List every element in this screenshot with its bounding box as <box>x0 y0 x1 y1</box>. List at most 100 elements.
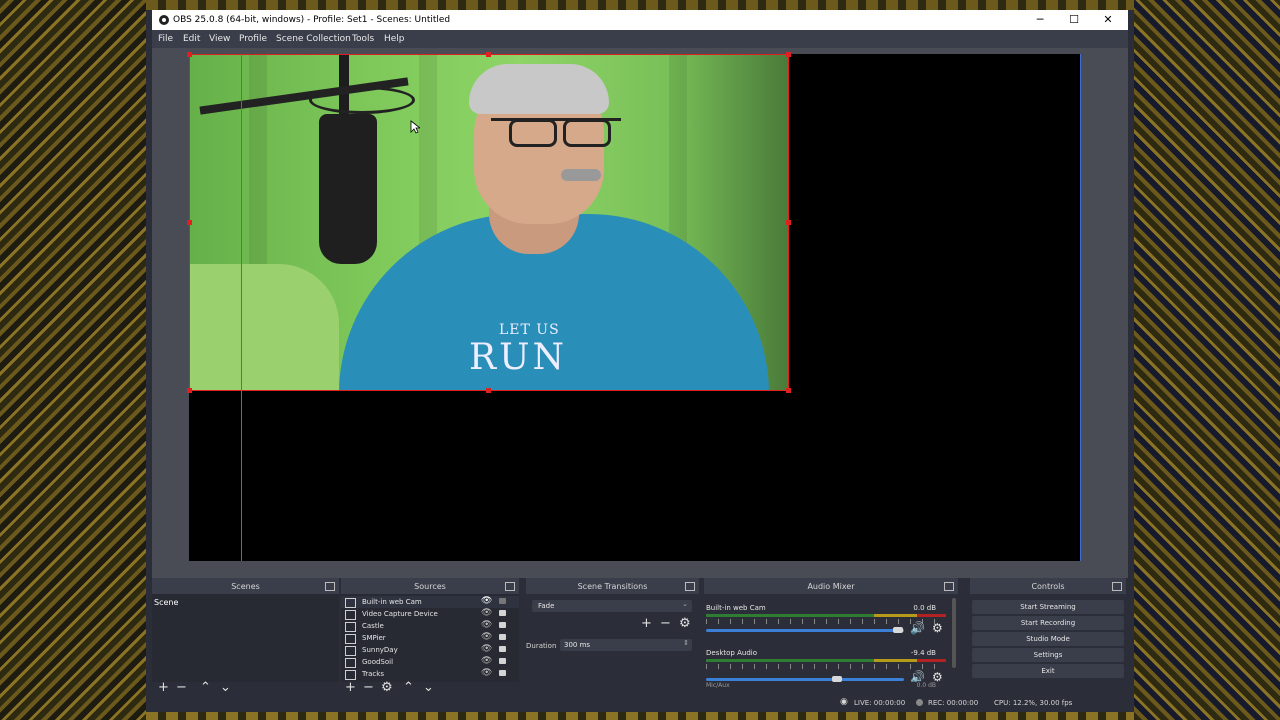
maximize-button[interactable]: ☐ <box>1058 10 1090 30</box>
source-row[interactable]: GoodSoil 👁 <box>341 656 519 668</box>
fader-handle[interactable] <box>893 627 904 633</box>
visibility-eye-icon[interactable]: 👁 <box>481 596 492 606</box>
channel-name: Desktop Audio <box>706 649 757 657</box>
lock-icon[interactable] <box>499 634 506 640</box>
source-row[interactable]: Video Capture Device 👁 <box>341 608 519 620</box>
hidden-eye-icon[interactable]: 👁 <box>481 632 492 642</box>
hidden-eye-icon[interactable]: 👁 <box>481 644 492 654</box>
resize-handle-bottom-right[interactable] <box>786 388 791 393</box>
menu-help[interactable]: Help <box>384 34 405 44</box>
menu-view[interactable]: View <box>209 34 230 44</box>
lock-icon[interactable] <box>499 646 506 652</box>
lock-icon[interactable] <box>499 622 506 628</box>
transition-settings-gear-icon[interactable]: ⚙ <box>679 617 691 630</box>
resize-handle-top-right[interactable] <box>786 52 791 57</box>
resize-handle-right[interactable] <box>786 220 791 225</box>
transition-selected: Fade <box>538 602 555 610</box>
unlock-icon[interactable] <box>499 598 506 604</box>
studio-mode-button[interactable]: Studio Mode <box>972 632 1124 646</box>
menu-scene-collection[interactable]: Scene Collection <box>276 34 351 44</box>
undock-icon[interactable] <box>1112 582 1122 591</box>
sources-list[interactable]: Built-in web Cam 👁 Video Capture Device … <box>341 594 519 682</box>
menu-tools[interactable]: Tools <box>352 34 374 44</box>
start-streaming-button[interactable]: Start Streaming <box>972 600 1124 614</box>
window-title: OBS 25.0.8 (64-bit, windows) - Profile: … <box>173 15 451 25</box>
mixer-scrollbar[interactable] <box>952 598 956 668</box>
snap-guide-left <box>241 54 242 561</box>
add-source-button[interactable]: + <box>345 681 356 694</box>
volume-meter <box>706 614 946 617</box>
undock-icon[interactable] <box>944 582 954 591</box>
menu-file[interactable]: File <box>158 34 173 44</box>
remove-scene-button[interactable]: − <box>176 681 187 694</box>
menu-profile[interactable]: Profile <box>239 34 267 44</box>
scenes-list[interactable]: Scene <box>152 594 339 682</box>
menu-edit[interactable]: Edit <box>183 34 200 44</box>
resize-handle-bottom-left[interactable] <box>187 388 192 393</box>
duration-input[interactable]: 300 ms ⇕ <box>560 639 692 651</box>
desktop-background-bottom <box>146 712 1134 720</box>
move-source-down-button[interactable]: ⌄ <box>423 681 434 694</box>
snap-guide-right <box>1080 54 1081 561</box>
minimize-button[interactable]: ─ <box>1024 10 1056 30</box>
source-label: Video Capture Device <box>362 610 438 618</box>
scene-item[interactable]: Scene <box>154 598 178 607</box>
undock-icon[interactable] <box>685 582 695 591</box>
duration-value: 300 ms <box>564 641 591 649</box>
move-scene-down-button[interactable]: ⌄ <box>220 681 231 694</box>
source-row[interactable]: Castle 👁 <box>341 620 519 632</box>
lock-icon[interactable] <box>499 658 506 664</box>
hidden-eye-icon[interactable]: 👁 <box>481 620 492 630</box>
source-properties-gear-icon[interactable]: ⚙ <box>381 681 393 694</box>
speaker-icon[interactable]: 🔊 <box>910 621 925 635</box>
start-recording-button[interactable]: Start Recording <box>972 616 1124 630</box>
channel-gear-icon[interactable]: ⚙ <box>932 621 943 635</box>
undock-icon[interactable] <box>325 582 335 591</box>
source-row[interactable]: SunnyDay 👁 <box>341 644 519 656</box>
hidden-eye-icon[interactable]: 👁 <box>481 656 492 666</box>
transitions-dock: Scene Transitions Fade ⌄ + − ⚙ Duration … <box>526 578 699 694</box>
channel-name: Mic/Aux <box>706 682 730 689</box>
resize-handle-top[interactable] <box>486 52 491 57</box>
channel-gear-icon[interactable]: ⚙ <box>932 670 943 682</box>
close-button[interactable]: ✕ <box>1092 10 1124 30</box>
move-source-up-button[interactable]: ⌃ <box>403 681 414 694</box>
lock-icon[interactable] <box>499 610 506 616</box>
resize-handle-left[interactable] <box>187 220 192 225</box>
spin-arrows-icon[interactable]: ⇕ <box>683 639 689 647</box>
scenes-toolbar: + − ⌃ ⌄ <box>152 681 339 694</box>
preview-canvas[interactable]: LET US RUN <box>187 52 1081 561</box>
lock-icon[interactable] <box>499 670 506 676</box>
transition-select[interactable]: Fade ⌄ <box>532 600 692 612</box>
resize-handle-bottom[interactable] <box>486 388 491 393</box>
source-row[interactable]: Tracks 👁 <box>341 668 519 680</box>
controls-body: Start Streaming Start Recording Studio M… <box>970 594 1126 682</box>
volume-fader[interactable] <box>706 678 904 681</box>
image-icon <box>345 622 356 632</box>
source-row[interactable]: Built-in web Cam 👁 <box>341 596 519 608</box>
camera-icon <box>345 598 356 608</box>
remove-source-button[interactable]: − <box>363 681 374 694</box>
camera-icon <box>345 610 356 620</box>
add-scene-button[interactable]: + <box>158 681 169 694</box>
resize-handle-top-left[interactable] <box>187 52 192 57</box>
obs-logo-icon <box>159 15 169 25</box>
sources-toolbar: + − ⚙ ⌃ ⌄ <box>341 681 519 694</box>
source-row[interactable]: SMPier 👁 <box>341 632 519 644</box>
menu-bar: File Edit View Profile Scene Collection … <box>152 30 1128 48</box>
settings-button[interactable]: Settings <box>972 648 1124 662</box>
rec-time: REC: 00:00:00 <box>928 699 979 707</box>
volume-fader[interactable] <box>706 629 904 632</box>
undock-icon[interactable] <box>505 582 515 591</box>
hidden-eye-icon[interactable]: 👁 <box>481 668 492 678</box>
preview-area[interactable]: LET US RUN <box>152 48 1128 578</box>
move-scene-up-button[interactable]: ⌃ <box>200 681 211 694</box>
add-transition-button[interactable]: + <box>641 617 652 630</box>
remove-transition-button[interactable]: − <box>660 617 671 630</box>
title-bar[interactable]: OBS 25.0.8 (64-bit, windows) - Profile: … <box>152 10 1128 30</box>
speaker-icon[interactable]: 🔊 <box>910 670 925 682</box>
exit-button[interactable]: Exit <box>972 664 1124 678</box>
hidden-eye-icon[interactable]: 👁 <box>481 608 492 618</box>
source-label: SMPier <box>362 634 386 642</box>
audio-mixer-body: Built-in web Cam 0.0 dB 🔊 ⚙ Desktop Audi… <box>704 594 958 682</box>
